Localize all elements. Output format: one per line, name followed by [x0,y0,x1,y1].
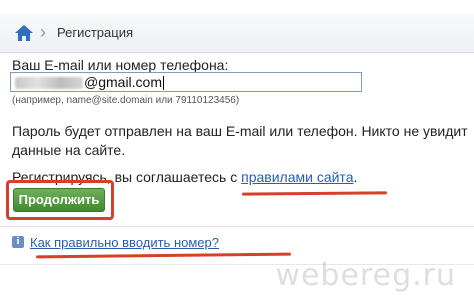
breadcrumb: › Регистрация [0,14,474,53]
redacted-text [15,77,83,90]
breadcrumb-separator: › [40,22,46,42]
site-rules-link[interactable]: правилами сайта [241,169,353,185]
email-field[interactable]: @gmail.com [10,72,362,92]
email-label: Ваш E-mail или номер телефона: [12,57,229,73]
annotation-underline-rules [241,191,388,196]
text-caret [163,76,165,91]
continue-button[interactable]: Продолжить [13,188,105,212]
email-hint: (например, name@site.domain или 79110123… [12,95,240,106]
home-icon[interactable] [14,24,34,42]
email-value: @gmail.com [84,74,163,90]
password-info: Пароль будет отправлен на ваш E-mail или… [12,122,472,160]
breadcrumb-current: Регистрация [57,25,133,40]
password-info-line-2: данные на сайте. [12,142,126,158]
divider [0,226,474,227]
info-icon: i [12,236,24,248]
annotation-underline-help [35,252,292,259]
password-info-line-1: Пароль будет отправлен на ваш E-mail или… [12,123,468,139]
phone-help-link[interactable]: Как правильно вводить номер? [30,235,219,250]
watermark: webereg.ru [275,258,456,293]
terms-suffix: . [353,169,358,185]
top-bar [0,0,474,12]
